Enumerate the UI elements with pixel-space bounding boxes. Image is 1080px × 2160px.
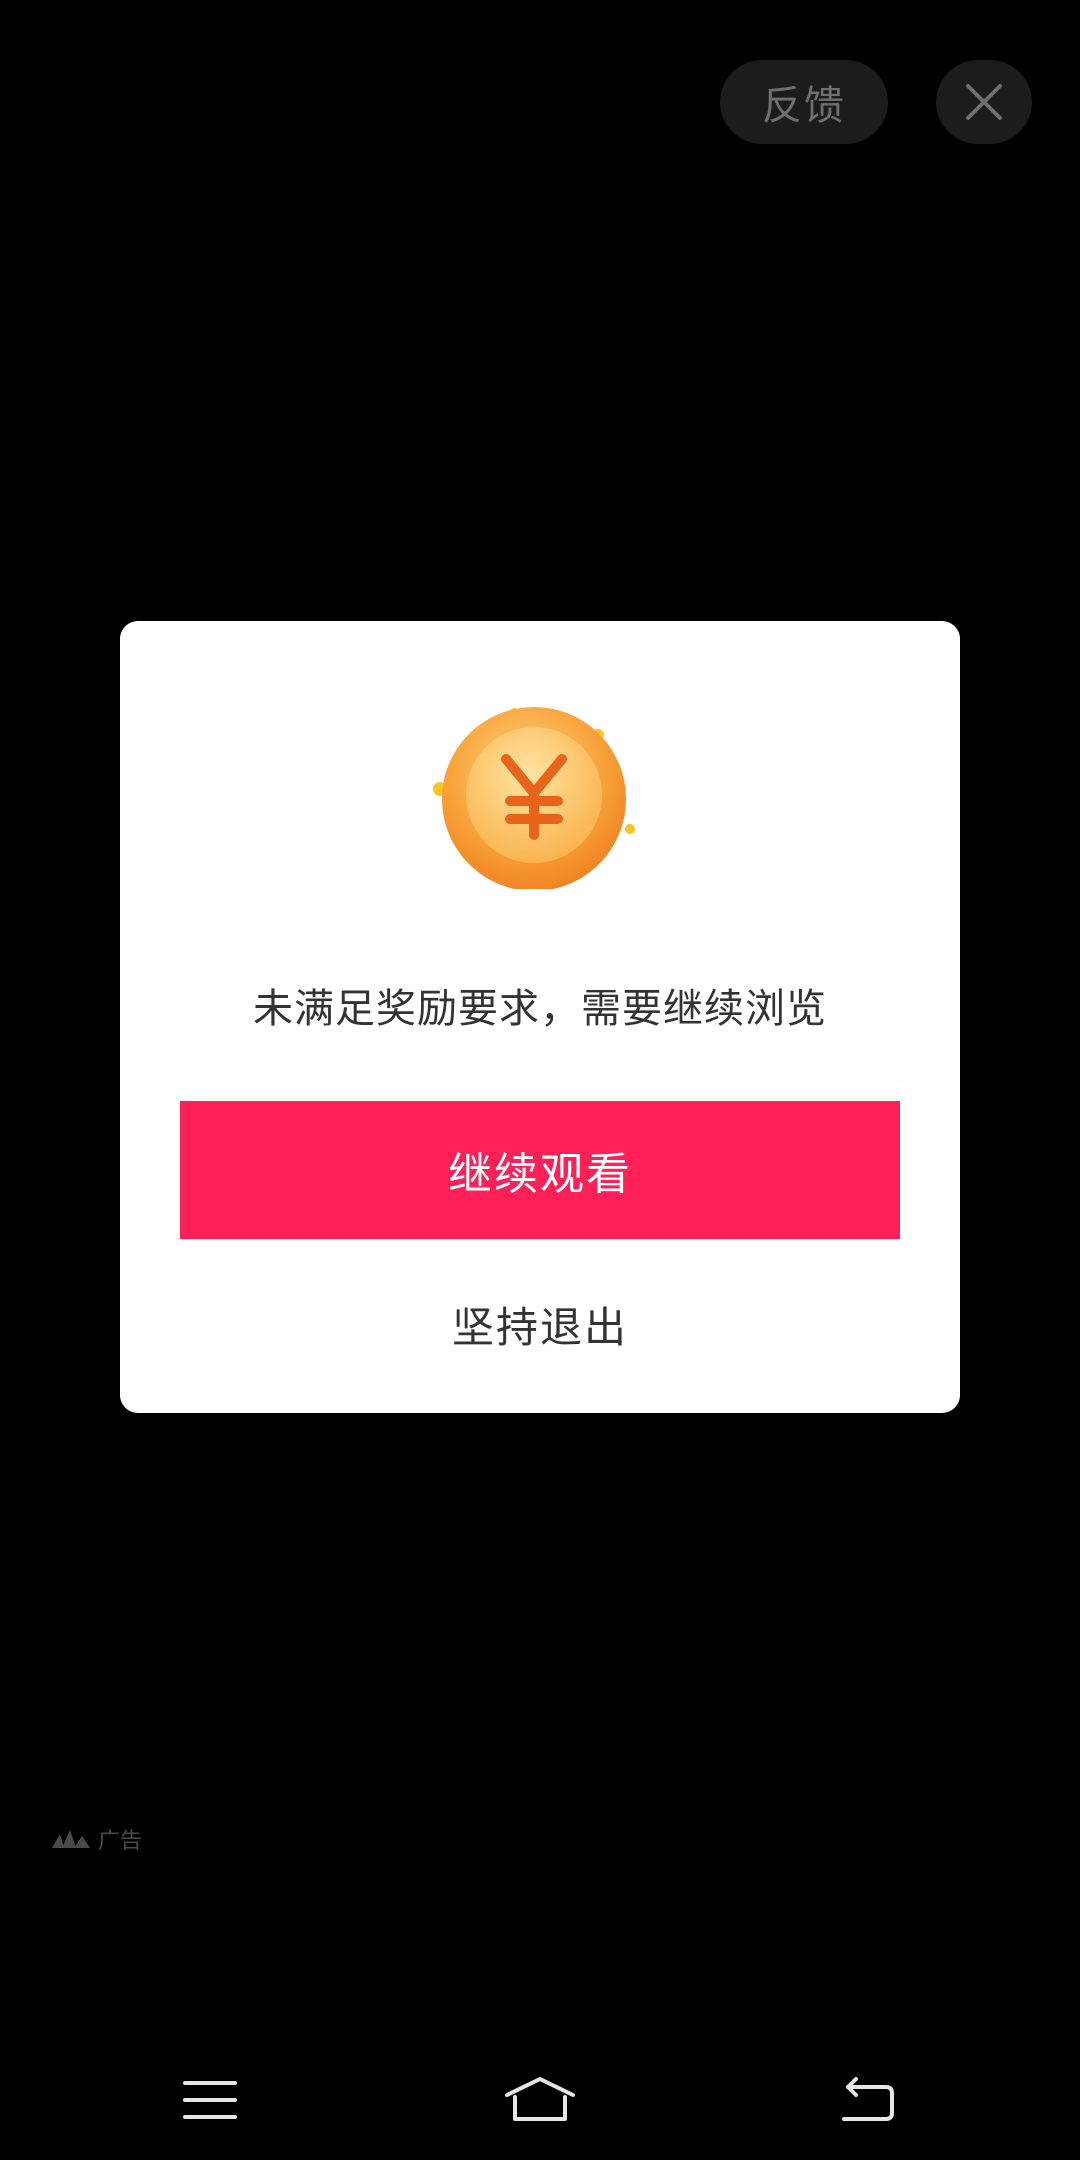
yuan-coin-icon	[420, 689, 660, 891]
close-button[interactable]	[936, 60, 1032, 144]
continue-watching-label: 继续观看	[448, 1149, 632, 1200]
home-button[interactable]	[500, 2070, 580, 2130]
reward-message: 未满足奖励要求，需要继续浏览	[253, 986, 827, 1032]
feedback-label: 反馈	[762, 83, 846, 129]
back-button[interactable]	[828, 2070, 908, 2130]
home-icon	[505, 2077, 575, 2121]
continue-watching-button[interactable]: 继续观看	[180, 1101, 900, 1239]
ad-network-logo-icon	[52, 1830, 90, 1848]
ad-badge: 广告	[50, 1822, 142, 1856]
menu-icon	[183, 2081, 237, 2119]
insist-exit-button[interactable]: 坚持退出	[120, 1294, 960, 1355]
feedback-button[interactable]: 反馈	[720, 60, 888, 144]
back-icon	[842, 2077, 894, 2121]
close-icon	[966, 84, 1002, 120]
system-nav-bar	[0, 2040, 1080, 2160]
ad-label: 广告	[98, 1829, 143, 1854]
reward-dialog: 未满足奖励要求，需要继续浏览 继续观看 坚持退出	[120, 621, 960, 1413]
insist-exit-label: 坚持退出	[451, 1303, 628, 1352]
menu-button[interactable]	[170, 2070, 250, 2130]
